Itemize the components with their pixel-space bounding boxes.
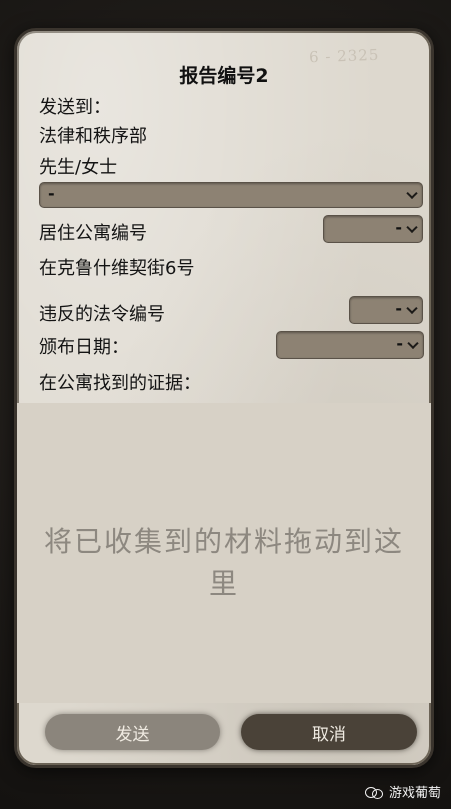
violation-label: 违反的法令编号 <box>39 304 165 325</box>
recipient-select[interactable]: - <box>39 182 423 208</box>
issue-date-value: - <box>396 333 403 353</box>
report-form: 6 - 2325 报告编号2 发送到： 法律和秩序部 先生/女士 - 居住公寓编… <box>14 28 434 768</box>
violation-value: - <box>395 298 402 318</box>
send-button[interactable]: 发送 <box>45 714 220 750</box>
department-label: 法律和秩序部 <box>39 126 147 147</box>
issue-date-label: 颁布日期： <box>39 337 129 358</box>
issue-date-select[interactable]: - <box>276 331 424 359</box>
address-label: 在克鲁什维契街6号 <box>39 258 195 279</box>
apartment-value: - <box>395 217 402 237</box>
evidence-label: 在公寓找到的证据： <box>39 373 201 394</box>
watermark-text: 游戏葡萄 <box>388 786 441 801</box>
form-title: 报告编号2 <box>179 65 269 87</box>
chevron-down-icon <box>407 337 419 350</box>
send-to-label: 发送到： <box>39 97 111 118</box>
chevron-down-icon <box>406 221 418 234</box>
watermark: 游戏葡萄 <box>364 782 441 801</box>
drop-hint-text: 将已收集到的材料拖动到这里 <box>43 525 404 600</box>
chevron-down-icon <box>406 187 418 200</box>
recipient-value: - <box>48 183 55 203</box>
violation-select[interactable]: - <box>349 296 423 324</box>
recipient-label: 先生/女士 <box>39 157 118 178</box>
chevron-down-icon <box>406 302 418 315</box>
apartment-select[interactable]: - <box>323 215 423 243</box>
cancel-button[interactable]: 取消 <box>241 714 417 750</box>
wechat-icon <box>364 785 383 799</box>
apartment-label: 居住公寓编号 <box>39 223 147 244</box>
